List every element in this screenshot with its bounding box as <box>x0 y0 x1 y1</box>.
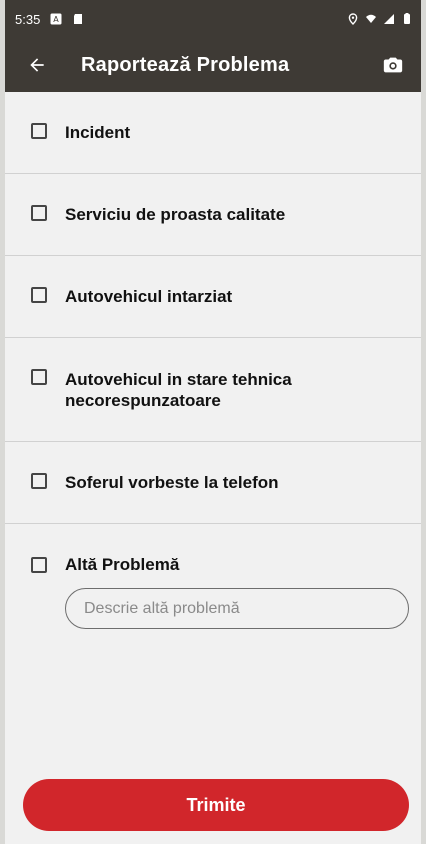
camera-icon <box>382 54 404 76</box>
sd-card-icon <box>72 13 84 25</box>
status-time: 5:35 <box>15 11 41 27</box>
checkbox[interactable] <box>31 287 47 303</box>
issue-label: Autovehicul intarziat <box>65 287 233 306</box>
issue-label: Autovehicul in stare tehnica necorespunz… <box>65 370 292 410</box>
checkbox[interactable] <box>31 557 47 573</box>
issue-row-vehicle-condition[interactable]: Autovehicul in stare tehnica necorespunz… <box>5 338 421 442</box>
issue-row-delayed-vehicle[interactable]: Autovehicul intarziat <box>5 256 421 338</box>
signal-icon <box>383 13 395 25</box>
a-icon: A <box>50 13 62 25</box>
status-right <box>347 13 413 25</box>
issue-label: Soferul vorbeste la telefon <box>65 473 279 492</box>
issues-list: Incident Serviciu de proasta calitate Au… <box>5 92 421 784</box>
issue-label: Altă Problemă <box>65 555 180 574</box>
location-icon <box>347 13 359 25</box>
issue-row-incident[interactable]: Incident <box>5 92 421 174</box>
back-button[interactable] <box>23 51 51 79</box>
svg-text:A: A <box>54 15 60 24</box>
page-title: Raportează Problema <box>81 53 290 76</box>
status-left: 5:35 A <box>15 12 84 27</box>
issue-row-other-problem[interactable]: Altă Problemă <box>5 524 421 575</box>
wifi-icon <box>365 13 377 25</box>
checkbox[interactable] <box>31 123 47 139</box>
issue-row-driver-on-phone[interactable]: Soferul vorbeste la telefon <box>5 442 421 524</box>
report-problem-screen: 5:35 A Raportează Problema Incident Serv… <box>5 0 421 844</box>
camera-button[interactable] <box>379 51 407 79</box>
battery-icon <box>401 13 413 25</box>
issue-row-poor-service[interactable]: Serviciu de proasta calitate <box>5 174 421 256</box>
other-problem-section: Altă Problemă <box>5 524 421 784</box>
checkbox[interactable] <box>31 473 47 489</box>
status-bar: 5:35 A <box>5 0 421 38</box>
issue-label: Serviciu de proasta calitate <box>65 205 286 224</box>
submit-button[interactable]: Trimite <box>23 779 409 831</box>
other-problem-input[interactable] <box>65 588 409 629</box>
issue-label: Incident <box>65 123 131 142</box>
arrow-left-icon <box>27 55 47 75</box>
checkbox[interactable] <box>31 205 47 221</box>
checkbox[interactable] <box>31 369 47 385</box>
app-bar: Raportează Problema <box>5 38 421 92</box>
